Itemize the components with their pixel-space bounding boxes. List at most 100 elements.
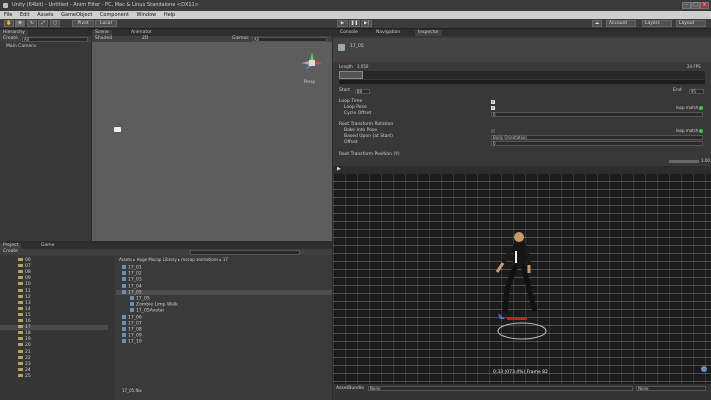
hand-tool-icon[interactable]: ✋ [4,20,14,27]
local-toggle[interactable]: Local [95,20,117,27]
asset-icon [130,302,134,307]
loop-pose-checkbox[interactable]: ✓ [491,106,495,110]
asset-item[interactable]: 17_07 [122,320,142,326]
folder-item[interactable]: 10 [18,282,31,287]
folder-item[interactable]: 17 [0,325,108,331]
menu-help[interactable]: Help [164,12,175,18]
hierarchy-search-input[interactable]: All [22,36,88,42]
cycle-offset-label: Cycle Offset [344,111,372,116]
folder-icon [18,373,23,377]
project-search-input[interactable] [190,249,300,255]
folder-item[interactable]: 19 [18,337,31,342]
asset-item[interactable]: Zombie Limp Walk [130,302,178,308]
folder-label: 24 [25,367,31,373]
folder-item[interactable]: 12 [18,294,31,300]
folder-item[interactable]: 16 [18,319,31,324]
folder-label: 12 [25,294,31,300]
step-button[interactable]: ▶| [361,20,372,27]
fps-label: 24 FPS [687,64,701,69]
asset-item[interactable]: 17_03 [122,277,142,283]
length-label: Length [339,64,353,69]
cycle-offset-field[interactable]: 0 [491,111,703,117]
close-button[interactable]: × [700,2,709,9]
menu-edit[interactable]: Edit [20,12,30,18]
account-dropdown[interactable]: Account [606,20,636,27]
cloud-icon[interactable]: ☁ [592,20,602,27]
asset-item[interactable]: 17_01 [122,265,142,271]
scene-viewport[interactable]: Persp [92,42,332,241]
menu-assets[interactable]: Assets [37,12,53,18]
assetbundle-name-dropdown[interactable]: None [368,386,633,391]
asset-item[interactable]: 17_05 [130,296,150,302]
bake-pose-checkbox[interactable] [491,129,495,133]
layers-dropdown[interactable]: Layers [642,20,672,27]
based-upon-dropdown[interactable]: Body Orientation [491,134,703,140]
folder-label: 07 [25,264,31,270]
asset-item[interactable]: 17_09 [122,333,142,339]
asset-item[interactable]: 17_06 [122,314,142,320]
preview-speed-slider[interactable] [669,160,699,163]
rect-tool-icon[interactable]: ▢ [50,20,60,27]
asset-item[interactable]: 17_10 [122,339,142,345]
tab-inspector[interactable]: Inspector [415,30,442,36]
offset-field[interactable]: 0 [491,140,703,146]
hierarchy-item-main-camera[interactable]: Main Camera [6,44,36,49]
folder-item[interactable]: 13 [18,300,31,306]
hierarchy-create-button[interactable]: Create [3,36,18,42]
scale-tool-icon[interactable]: ⤢ [38,20,48,27]
assetbundle-variant-dropdown[interactable]: None [636,386,706,391]
folder-item[interactable]: 08 [18,270,31,275]
persp-label: Persp [304,79,315,84]
move-tool-icon[interactable]: ✥ [15,20,25,27]
loop-time-checkbox[interactable]: ✓ [491,100,495,104]
folder-item[interactable]: 23 [18,361,31,367]
tab-navigation[interactable]: Navigation [373,30,403,36]
root-position-label: Root Transform Position (Y) [339,152,400,157]
asset-icon [122,327,126,331]
menu-window[interactable]: Window [137,12,157,18]
camera-icon[interactable] [114,127,121,132]
folder-item[interactable]: 25 [18,373,31,379]
preview-viewport[interactable]: 0:33 (073.4%) Frame 82 [333,174,711,384]
play-button[interactable]: ▶ [337,20,348,27]
scene-search-input[interactable]: All [252,36,327,42]
tab-console[interactable]: Console [337,30,361,36]
timeline-range[interactable] [339,71,363,79]
asset-icon [122,333,126,338]
scene-gizmo-icon[interactable] [297,50,327,76]
layout-dropdown[interactable]: Layout [676,20,706,27]
folder-item[interactable]: 22 [18,355,31,361]
asset-breadcrumb[interactable]: Assets ▸ Huge Mocap Library ▸ mocap anim… [119,257,228,262]
asset-item[interactable]: 17_08 [122,327,142,333]
folder-item[interactable]: 11 [18,288,31,294]
asset-item[interactable]: 17_04 [122,283,142,289]
menu-component[interactable]: Component [100,12,129,18]
maximize-button[interactable]: □ [691,2,700,9]
rotate-tool-icon[interactable]: ↻ [27,20,37,27]
folder-item[interactable]: 18 [18,331,31,336]
minimize-button[interactable]: – [682,2,691,9]
asset-label: 17_05 [128,290,142,296]
pivot-toggle[interactable]: Pivot [72,20,94,27]
asset-item[interactable]: 17_02 [122,271,142,277]
clip-timeline[interactable] [339,71,705,79]
folder-item[interactable]: 24 [18,367,31,373]
menu-file[interactable]: File [4,12,12,18]
folder-item[interactable]: 14 [18,306,31,312]
end-field[interactable]: 95 [689,88,704,94]
folder-item[interactable]: 07 [18,264,31,269]
folder-item[interactable]: 06 [18,258,31,263]
start-field[interactable]: 88 [355,88,370,94]
preview-play-icon[interactable]: ▶ [337,167,341,172]
folder-item[interactable]: 09 [18,276,31,281]
asset-item[interactable]: 17_05 [116,289,332,296]
project-create-button[interactable]: Create [3,249,18,255]
preview-corner-icon[interactable] [701,366,707,372]
asset-item[interactable]: 17_05Avatar [130,308,164,314]
folder-item[interactable]: 20 [18,343,31,348]
folder-item[interactable]: 21 [18,349,31,355]
folder-item[interactable]: 15 [18,312,31,318]
menu-gameobject[interactable]: GameObject [61,12,92,18]
folder-icon [18,270,23,274]
pause-button[interactable]: ❚❚ [349,20,360,27]
